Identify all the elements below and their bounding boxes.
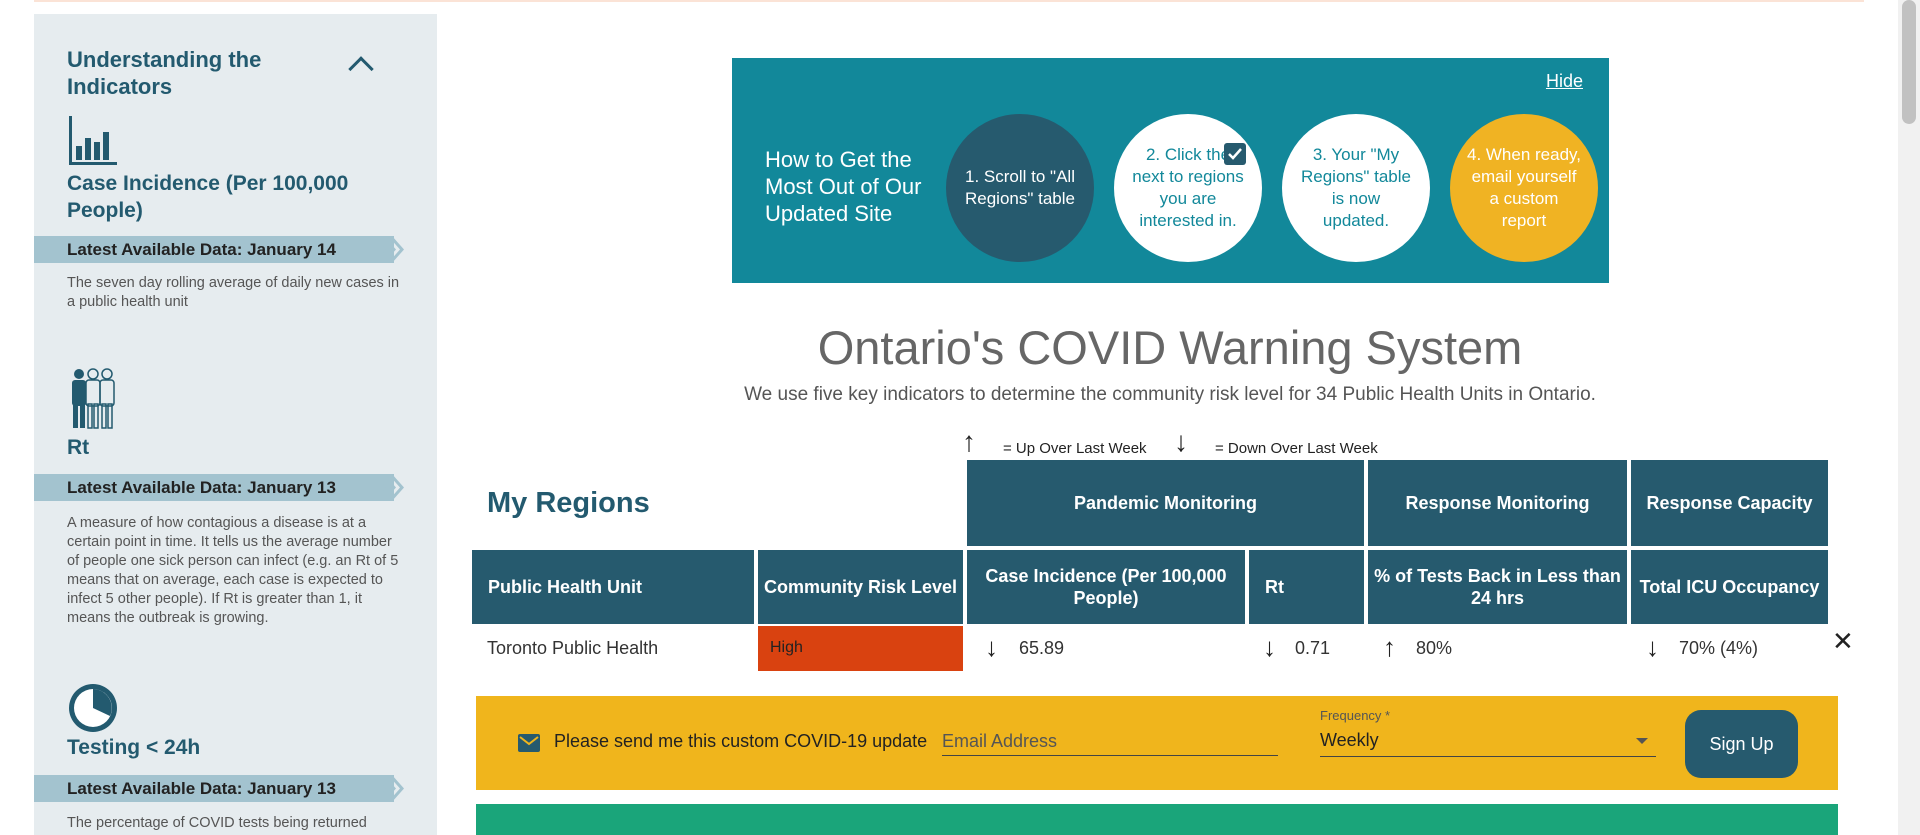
bar-chart-icon <box>69 116 117 165</box>
frequency-label: Frequency * <box>1320 708 1391 723</box>
clock-icon <box>69 684 117 732</box>
latest-data-label: Latest Available Data: January 13 <box>67 779 336 798</box>
legend-down-label: = Down Over Last Week <box>1215 440 1378 457</box>
latest-data-banner: Latest Available Data: January 13 <box>34 775 404 802</box>
latest-data-banner: Latest Available Data: January 14 <box>34 236 404 263</box>
indicator-description: A measure of how contagious a disease is… <box>67 515 399 626</box>
indicators-sidebar: Understanding the Indicators Case Incide… <box>34 14 437 835</box>
checkbox-icon <box>1224 143 1246 165</box>
frequency-select[interactable]: Weekly <box>1320 730 1656 757</box>
risk-level-badge: High <box>758 626 963 671</box>
tests-value: 80% <box>1416 638 1453 658</box>
step-4-circle: 4. When ready, email yourself a custom r… <box>1450 114 1598 262</box>
hide-link[interactable]: Hide <box>1546 71 1583 92</box>
legend-up-label: = Up Over Last Week <box>1003 440 1147 457</box>
double-chevron-icon <box>374 474 404 501</box>
column-header-risk[interactable]: Community Risk Level <box>758 550 963 624</box>
group-header-pandemic: Pandemic Monitoring <box>967 460 1364 546</box>
my-regions-title: My Regions <box>487 487 650 519</box>
scrollbar-thumb[interactable] <box>1902 0 1916 124</box>
signup-message: Please send me this custom COVID-19 upda… <box>554 731 928 751</box>
page-title: Ontario's COVID Warning System <box>817 321 1523 374</box>
step-2-circle: 2. Click the next to regions you are int… <box>1114 114 1262 262</box>
double-chevron-icon <box>374 236 404 263</box>
column-header-rt[interactable]: Rt <box>1249 550 1364 624</box>
up-arrow-icon: ↑ <box>1383 632 1396 662</box>
step-text: 1. Scroll to "All Regions" table <box>965 167 1075 208</box>
indicator-title-testing: Testing < 24h <box>67 736 201 759</box>
column-header-case-incidence[interactable]: Case Incidence (Per 100,000 People) <box>967 550 1245 624</box>
indicator-description: The seven day rolling average of daily n… <box>67 275 400 310</box>
sidebar-heading: Understanding the Indicators <box>67 47 262 99</box>
double-chevron-icon <box>374 775 404 802</box>
step-1-circle: 1. Scroll to "All Regions" table <box>946 114 1094 262</box>
case-incidence-value: 65.89 <box>1019 638 1065 658</box>
indicator-title-case-incidence: Case Incidence (Per 100,000 People) <box>67 172 349 222</box>
step-text: 3. Your "My Regions" table is now update… <box>1301 145 1411 230</box>
icu-value: 70% (4%) <box>1679 638 1759 658</box>
down-arrow-icon: ↓ <box>985 632 998 662</box>
latest-data-banner: Latest Available Data: January 13 <box>34 474 404 501</box>
step-3-circle: 3. Your "My Regions" table is now update… <box>1282 114 1430 262</box>
column-header-unit[interactable]: Public Health Unit <box>472 550 754 624</box>
mail-icon <box>518 734 540 752</box>
how-to-banner: Hide How to Get the Most Out of Our Upda… <box>732 58 1609 283</box>
banner-title: How to Get the Most Out of Our Updated S… <box>765 147 922 226</box>
rt-value: 0.71 <box>1295 638 1331 658</box>
down-arrow-icon: ↓ <box>1646 632 1659 662</box>
page-subtitle: We use five key indicators to determine … <box>744 384 1596 405</box>
unit-name: Toronto Public Health <box>487 638 659 658</box>
sign-up-button[interactable]: Sign Up <box>1685 710 1798 778</box>
chevron-up-icon[interactable] <box>348 56 374 82</box>
top-border <box>34 0 1864 2</box>
vertical-scrollbar[interactable] <box>1898 0 1920 835</box>
column-header-icu[interactable]: Total ICU Occupancy <box>1631 550 1828 624</box>
down-arrow-icon: ↓ <box>1174 426 1188 457</box>
latest-data-label: Latest Available Data: January 14 <box>67 240 336 259</box>
column-header-tests[interactable]: % of Tests Back in Less than 24 hrs <box>1368 550 1627 624</box>
down-arrow-icon: ↓ <box>1263 632 1276 662</box>
dropdown-caret-icon <box>1636 738 1648 744</box>
frequency-value: Weekly <box>1320 730 1379 750</box>
people-icon <box>72 368 115 429</box>
email-signup-bar: Please send me this custom COVID-19 upda… <box>476 696 1838 790</box>
green-section <box>476 804 1838 835</box>
group-header-response-capacity: Response Capacity <box>1631 460 1828 546</box>
email-field[interactable] <box>942 724 1278 756</box>
close-icon[interactable]: ✕ <box>1832 626 1854 657</box>
indicator-title-rt: Rt <box>67 436 90 459</box>
latest-data-label: Latest Available Data: January 13 <box>67 478 336 497</box>
step-text: 4. When ready, email yourself a custom r… <box>1466 145 1582 230</box>
group-header-response-monitoring: Response Monitoring <box>1368 460 1627 546</box>
up-arrow-icon: ↑ <box>962 426 976 457</box>
indicator-description: The percentage of COVID tests being retu… <box>67 815 367 831</box>
